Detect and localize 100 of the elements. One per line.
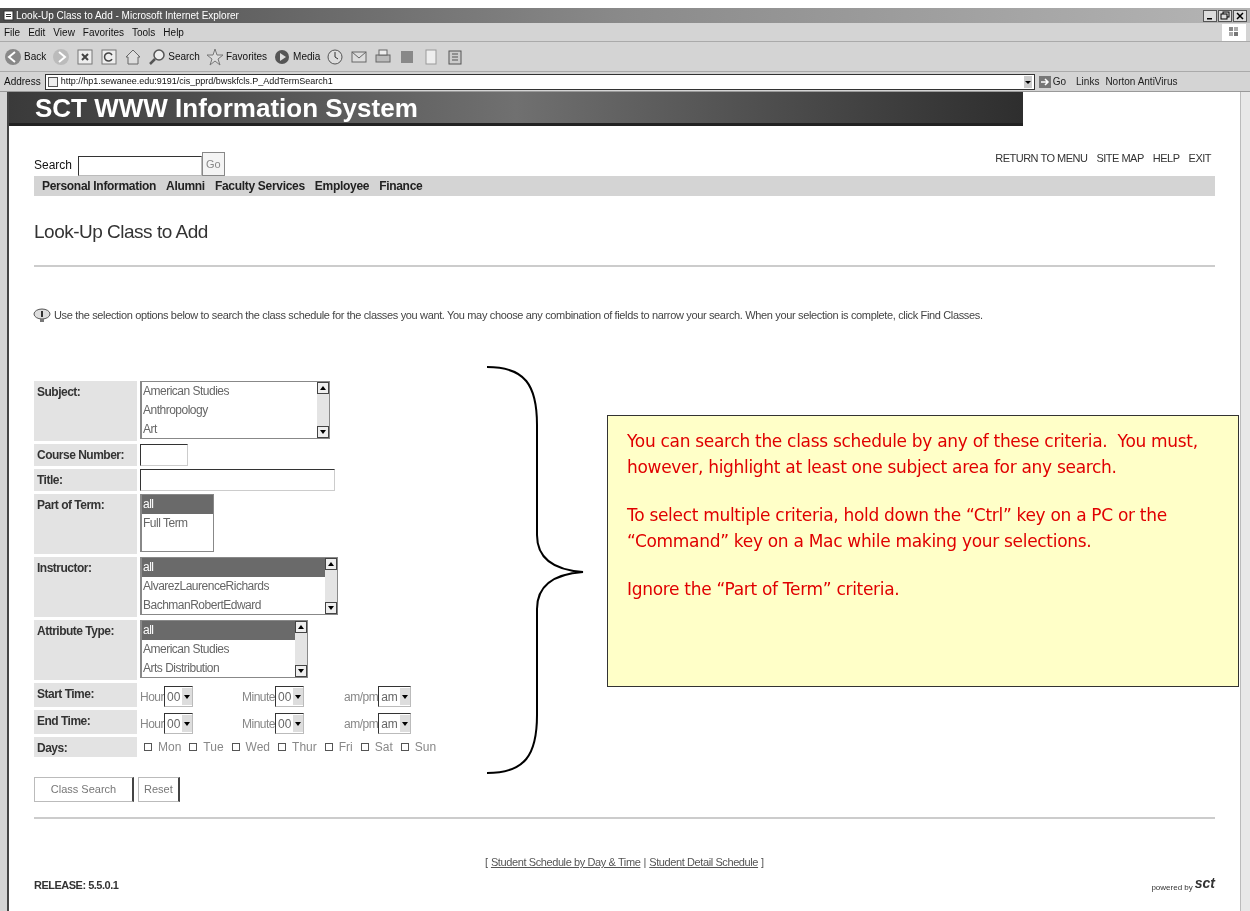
windows-logo-icon[interactable] bbox=[1228, 26, 1240, 38]
list-option[interactable]: BachmanRobertEdward bbox=[142, 596, 325, 614]
time-label: am/pm bbox=[344, 716, 379, 733]
menu-item[interactable]: File bbox=[4, 24, 21, 40]
info-icon[interactable] bbox=[33, 307, 51, 322]
day-label: Sun bbox=[414, 739, 437, 756]
list-option[interactable]: all bbox=[142, 621, 295, 640]
nav-link[interactable]: Faculty Services bbox=[214, 177, 305, 195]
stop-icon[interactable] bbox=[76, 47, 95, 66]
list-box[interactable]: all Full Term bbox=[140, 494, 214, 552]
checkbox[interactable] bbox=[360, 743, 369, 751]
go-button[interactable]: Go bbox=[1038, 74, 1067, 89]
list-option[interactable]: Full Term bbox=[142, 514, 213, 533]
time-select[interactable]: 00 bbox=[275, 713, 305, 734]
scrollbar-icon[interactable] bbox=[325, 558, 337, 614]
menu-item[interactable]: Edit bbox=[28, 24, 46, 40]
checkbox[interactable] bbox=[144, 743, 152, 751]
day-label: Fri bbox=[338, 739, 353, 756]
nav-link[interactable]: Finance bbox=[379, 177, 423, 195]
field-label: Days: bbox=[37, 740, 68, 757]
toolbar-button[interactable]: Favorites bbox=[205, 47, 268, 66]
list-box[interactable]: all AlvarezLaurenceRichards BachmanRobertEdward bbox=[140, 557, 338, 615]
checkbox[interactable] bbox=[324, 743, 333, 751]
minimize-icon[interactable] bbox=[1203, 9, 1217, 22]
top-link[interactable]: RETURN TO MENU bbox=[995, 149, 1088, 166]
clock-icon[interactable] bbox=[326, 47, 345, 66]
search-field[interactable] bbox=[78, 156, 203, 176]
restore-icon[interactable] bbox=[1218, 9, 1232, 22]
top-link[interactable]: SITE MAP bbox=[1096, 149, 1144, 166]
time-label: Hour bbox=[140, 716, 164, 733]
toolbar-button[interactable]: Back bbox=[4, 47, 47, 66]
home-icon[interactable] bbox=[124, 47, 143, 66]
time-select[interactable]: am bbox=[378, 713, 411, 734]
select-value: 00 bbox=[277, 715, 293, 733]
address-field[interactable]: http://hp1.sewanee.edu:9191/cis_pprd/bwskfcls.P_AddTermSearch1 bbox=[44, 73, 1035, 90]
list-option[interactable]: Art bbox=[142, 420, 317, 438]
time-label: Minute bbox=[242, 716, 276, 733]
toolbar-item[interactable]: Norton AntiVirus bbox=[1105, 74, 1178, 89]
menu-item[interactable]: View bbox=[53, 24, 75, 40]
scrollbar-icon[interactable] bbox=[317, 382, 329, 438]
address-label: Address bbox=[4, 75, 41, 89]
field-label: Instructor: bbox=[37, 560, 92, 577]
toolbar-button[interactable]: Media bbox=[273, 47, 321, 66]
callout-text: Ignore the “Part of Term” criteria. bbox=[627, 578, 901, 601]
nav-link[interactable]: Alumni bbox=[166, 177, 205, 195]
scrollbar[interactable] bbox=[1240, 92, 1250, 911]
form-button[interactable]: Class Search bbox=[34, 777, 134, 802]
links-label[interactable]: Links bbox=[1076, 74, 1100, 89]
top-link[interactable]: HELP bbox=[1152, 149, 1180, 166]
text-field[interactable] bbox=[140, 469, 335, 491]
list-box[interactable]: American Studies Anthropology Art bbox=[140, 381, 330, 439]
refresh-icon[interactable] bbox=[100, 47, 119, 66]
time-select[interactable]: 00 bbox=[164, 686, 194, 707]
menu-item[interactable]: Favorites bbox=[82, 24, 124, 40]
back-icon[interactable] bbox=[4, 47, 22, 66]
list-option[interactable]: all bbox=[142, 495, 213, 514]
checkbox[interactable] bbox=[400, 743, 409, 751]
close-icon[interactable] bbox=[1233, 9, 1247, 22]
select-value: 00 bbox=[166, 715, 182, 733]
footer-link[interactable]: Student Schedule by Day & Time bbox=[490, 854, 641, 871]
time-label: am/pm bbox=[344, 689, 379, 706]
checkbox[interactable] bbox=[231, 743, 240, 751]
printer-icon[interactable] bbox=[374, 47, 393, 66]
arrow-icon[interactable] bbox=[1038, 75, 1051, 88]
window-title: Look-Up Class to Add - Microsoft Internet Explorer bbox=[16, 10, 239, 21]
list-option[interactable]: American Studies bbox=[142, 382, 317, 401]
day-label: Thur bbox=[292, 739, 317, 756]
field-label: End Time: bbox=[37, 713, 91, 730]
list-option[interactable]: Anthropology bbox=[142, 401, 317, 420]
time-select[interactable]: am bbox=[378, 686, 411, 707]
page-icon[interactable] bbox=[47, 76, 58, 87]
callout-text: You can search the class schedule by any of these criteria. You must, however, highlight at least one subject area for any search. bbox=[627, 430, 1199, 479]
footer-link[interactable]: Student Detail Schedule bbox=[649, 854, 759, 871]
menu-item[interactable]: Help bbox=[163, 24, 184, 40]
time-select[interactable]: 00 bbox=[275, 686, 305, 707]
scrollbar-icon[interactable] bbox=[295, 621, 307, 677]
list-box[interactable]: all American Studies Arts Distribution bbox=[140, 620, 308, 678]
media-icon[interactable] bbox=[273, 47, 292, 66]
nav-link[interactable]: Employee bbox=[314, 177, 370, 195]
list-option[interactable]: AlvarezLaurenceRichards bbox=[142, 577, 325, 596]
star-icon[interactable] bbox=[205, 47, 224, 66]
form-button[interactable]: Reset bbox=[138, 777, 180, 802]
list-option[interactable]: American Studies bbox=[142, 640, 295, 659]
menu-item[interactable]: Tools bbox=[132, 24, 156, 40]
checkbox[interactable] bbox=[278, 743, 287, 751]
checkbox[interactable] bbox=[189, 743, 198, 751]
toolbar-button[interactable]: Search bbox=[148, 47, 200, 66]
select-value: 00 bbox=[166, 688, 182, 706]
day-label: Wed bbox=[245, 739, 271, 756]
bracket: [ bbox=[484, 855, 488, 870]
list-option[interactable]: Arts Distribution bbox=[142, 659, 295, 677]
page-icon[interactable] bbox=[3, 10, 14, 21]
nav-link[interactable]: Personal Information bbox=[42, 177, 157, 195]
top-link[interactable]: EXIT bbox=[1188, 149, 1211, 166]
powered-by-text: powered by bbox=[1151, 881, 1193, 894]
search-icon[interactable] bbox=[148, 47, 167, 66]
time-label: Minute bbox=[242, 689, 276, 706]
text-field[interactable] bbox=[140, 444, 188, 466]
list-option[interactable]: all bbox=[142, 558, 325, 577]
time-select[interactable]: 00 bbox=[164, 713, 194, 734]
